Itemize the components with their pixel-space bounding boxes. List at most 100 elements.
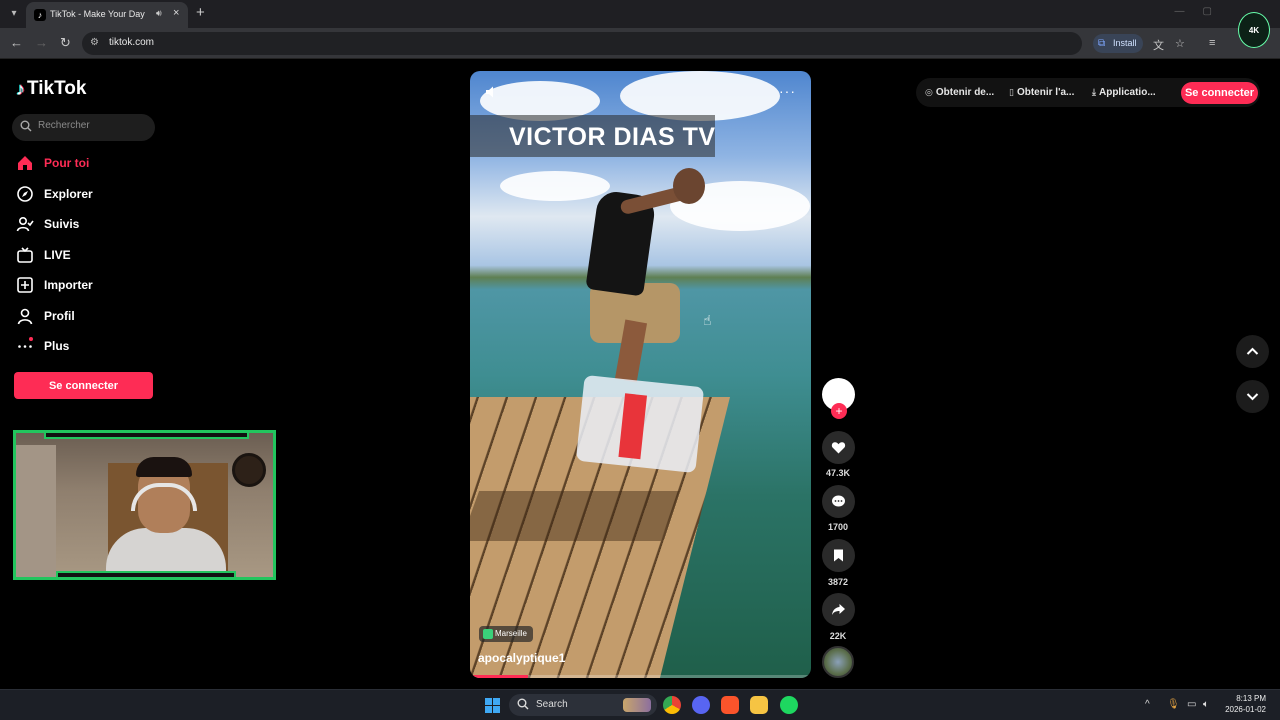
nav-label-profile: Profil bbox=[44, 309, 75, 323]
header-login-button[interactable]: Se connecter bbox=[1181, 82, 1258, 104]
taskbar-search[interactable]: Search bbox=[509, 694, 657, 716]
windows-start-icon[interactable] bbox=[485, 698, 500, 713]
new-tab-icon[interactable]: + bbox=[196, 4, 205, 21]
save-button[interactable] bbox=[822, 539, 855, 572]
nav-item-following[interactable]: Suivis bbox=[16, 213, 79, 235]
video-progress-bar[interactable] bbox=[470, 675, 811, 678]
microphone-icon[interactable]: 🎙︎ bbox=[1167, 699, 1180, 710]
live-tv-icon bbox=[17, 247, 33, 263]
install-label: Install bbox=[1113, 38, 1137, 48]
chrome-app-icon[interactable] bbox=[663, 696, 681, 714]
speaker-icon[interactable]: 🔈︎ bbox=[1203, 699, 1209, 710]
comment-button[interactable] bbox=[822, 485, 855, 518]
webcam-frame-top bbox=[44, 433, 249, 439]
install-app-button[interactable]: ⧉ Install bbox=[1093, 34, 1143, 53]
close-tab-icon[interactable]: × bbox=[173, 7, 179, 19]
network-icon[interactable]: ▭ bbox=[1187, 699, 1196, 710]
window-controls[interactable]: —▢ bbox=[1175, 6, 1230, 17]
translate-icon[interactable]: 文 bbox=[1153, 37, 1164, 53]
video-username[interactable]: apocalyptique1 bbox=[478, 651, 565, 665]
music-disc-avatar[interactable] bbox=[822, 646, 854, 678]
tiktok-note-icon: ♪ bbox=[16, 78, 25, 99]
video-cloud bbox=[620, 71, 780, 121]
share-icon bbox=[832, 604, 845, 615]
follow-plus-icon[interactable]: + bbox=[831, 403, 847, 419]
webcam-person-hair bbox=[136, 457, 192, 477]
spotify-app-icon[interactable] bbox=[780, 696, 798, 714]
tab-search-menu-icon[interactable]: ▾ bbox=[6, 6, 22, 22]
tray-overflow-icon[interactable]: ^ bbox=[1145, 699, 1150, 710]
volume-icon[interactable] bbox=[485, 85, 499, 99]
bookmark-icon bbox=[834, 549, 843, 562]
nav-item-more[interactable]: Plus bbox=[16, 335, 69, 357]
webcam-background-door bbox=[16, 445, 56, 577]
search-icon bbox=[517, 698, 529, 710]
comment-count: 1700 bbox=[827, 522, 849, 532]
taskbar-time[interactable]: 8:13 PM bbox=[1226, 694, 1266, 703]
site-info-icon[interactable]: ⚙ bbox=[90, 37, 99, 48]
nav-item-profile[interactable]: Profil bbox=[16, 305, 75, 327]
download-icon: ⤓ bbox=[1092, 87, 1096, 97]
heart-icon bbox=[831, 442, 846, 454]
get-coins-link[interactable]: ◎ Obtenir de... bbox=[925, 87, 994, 98]
video-dock-shadow bbox=[470, 491, 680, 541]
bottle-pack-label bbox=[618, 393, 648, 460]
location-tag[interactable]: Marseille bbox=[479, 626, 534, 642]
tab-title: TikTok - Make Your Day bbox=[50, 9, 145, 19]
coin-icon: ◎ bbox=[925, 87, 933, 97]
url-text[interactable]: tiktok.com bbox=[109, 37, 154, 48]
nav-label-explore: Explorer bbox=[44, 187, 93, 201]
discord-app-icon[interactable] bbox=[692, 696, 710, 714]
taskbar-date[interactable]: 2026-01-02 bbox=[1216, 705, 1266, 714]
like-button[interactable] bbox=[822, 431, 855, 464]
nav-item-for-you[interactable]: Pour toi bbox=[16, 152, 89, 174]
home-icon bbox=[18, 156, 32, 170]
phone-icon: ▯ bbox=[1009, 87, 1014, 97]
share-button[interactable] bbox=[822, 593, 855, 626]
nav-label-live: LIVE bbox=[44, 248, 71, 262]
browser-tab[interactable]: ♪ TikTok - Make Your Day 🔊︎ × bbox=[26, 2, 188, 28]
more-options-icon[interactable]: ··· bbox=[779, 83, 796, 99]
get-app-label: Obtenir l'a... bbox=[1016, 87, 1075, 98]
chevron-down-icon bbox=[1246, 393, 1259, 401]
like-count: 47.3K bbox=[825, 468, 851, 478]
url-field[interactable]: ⚙ tiktok.com bbox=[82, 32, 1082, 55]
bookmark-star-icon[interactable]: ☆ bbox=[1175, 37, 1185, 50]
share-count: 22K bbox=[829, 631, 847, 641]
search-icon bbox=[20, 120, 32, 132]
previous-video-button[interactable] bbox=[1236, 335, 1269, 368]
tiktok-wordmark: TikTok bbox=[27, 78, 87, 99]
browser-tab-bar: ▾ ♪ TikTok - Make Your Day 🔊︎ × + —▢ bbox=[0, 0, 1280, 28]
search-input[interactable] bbox=[38, 120, 150, 131]
desktop-app-link[interactable]: ⤓ Applicatio... bbox=[1092, 87, 1156, 98]
nav-label-for-you: Pour toi bbox=[44, 156, 90, 170]
next-video-button[interactable] bbox=[1236, 380, 1269, 413]
search-box[interactable] bbox=[12, 114, 155, 141]
address-bar: ← → ↻ ⚙ tiktok.com bbox=[0, 28, 1280, 59]
video-overlay-title: VICTOR DIAS TV bbox=[509, 123, 716, 151]
reload-icon[interactable]: ↻ bbox=[60, 35, 71, 51]
following-icon bbox=[16, 216, 34, 232]
hand-cursor-icon: ☝ bbox=[703, 312, 712, 328]
nav-item-explore[interactable]: Explorer bbox=[16, 183, 93, 205]
nav-item-upload[interactable]: Importer bbox=[16, 274, 93, 296]
webcam-frame-bottom bbox=[56, 571, 236, 577]
profile-icon bbox=[17, 308, 33, 325]
nav-item-live[interactable]: LIVE bbox=[16, 244, 71, 266]
search-highlight-art bbox=[623, 698, 651, 712]
sidebar-login-button[interactable]: Se connecter bbox=[14, 372, 153, 399]
file-explorer-icon[interactable] bbox=[750, 696, 768, 714]
tiktok-logo[interactable]: ♪ TikTok bbox=[16, 78, 86, 100]
audio-playing-icon[interactable]: 🔊︎ bbox=[156, 8, 162, 19]
channel-logo-badge: 4K bbox=[1238, 12, 1270, 48]
media-controls-icon[interactable]: ≡ bbox=[1209, 37, 1215, 49]
video-player[interactable]: VICTOR DIAS TV ··· Marseille apocalyptiq… bbox=[470, 71, 811, 678]
webcam-wall-clock bbox=[232, 453, 266, 487]
forward-icon[interactable]: → bbox=[35, 35, 48, 50]
desktop-app-label: Applicatio... bbox=[1098, 87, 1156, 98]
install-icon: ⧉ bbox=[1098, 38, 1106, 49]
chevron-up-icon bbox=[1246, 347, 1259, 355]
back-icon[interactable]: ← bbox=[10, 35, 23, 50]
brave-app-icon[interactable] bbox=[721, 696, 739, 714]
get-app-link[interactable]: ▯ Obtenir l'a... bbox=[1009, 87, 1074, 98]
